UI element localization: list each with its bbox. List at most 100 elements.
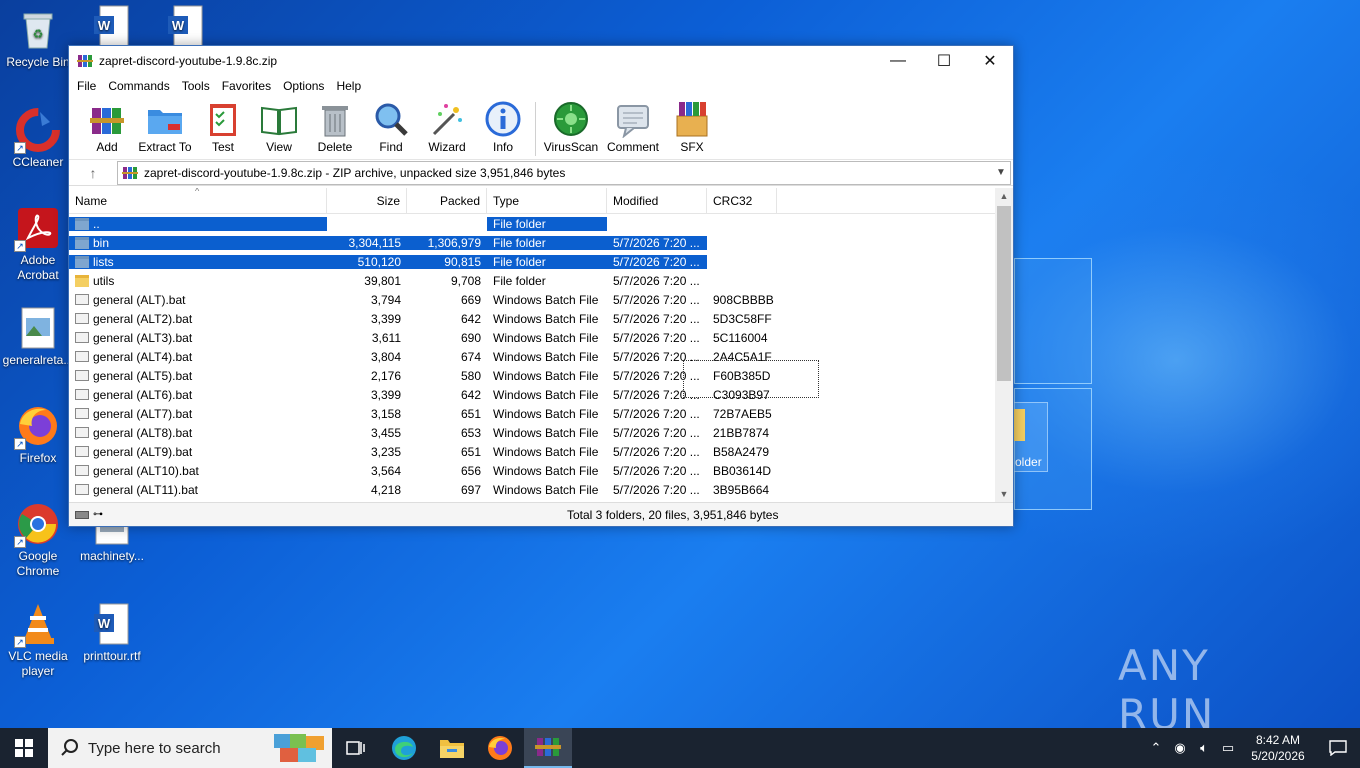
file-name: general (ALT).bat bbox=[93, 292, 186, 307]
title-bar[interactable]: zapret-discord-youtube-1.9.8c.zip — ☐ ✕ bbox=[69, 46, 1013, 76]
batch-file-icon bbox=[75, 389, 89, 400]
vertical-scrollbar[interactable]: ▲ ▼ bbox=[995, 188, 1013, 502]
desktop-icon-ccleaner[interactable]: ↗ CCleaner bbox=[0, 108, 76, 170]
cell-name: general (ALT5).bat bbox=[69, 368, 327, 383]
edge-taskbar-button[interactable] bbox=[380, 728, 428, 768]
clock-date: 5/20/2026 bbox=[1251, 749, 1305, 763]
table-row[interactable]: general (ALT10).bat 3,564 656 Windows Batch… bbox=[69, 461, 1013, 480]
table-row[interactable]: utils 39,801 9,708 File folder 5/7/2026 7:20… bbox=[69, 271, 1013, 290]
magic-wand-icon bbox=[432, 104, 462, 136]
minimize-button[interactable]: — bbox=[875, 46, 921, 76]
firefox-taskbar-button[interactable] bbox=[476, 728, 524, 768]
cell-name: general (ALT9).bat bbox=[69, 444, 327, 459]
desktop-icon-generalreta[interactable]: generalreta... bbox=[0, 306, 76, 368]
meet-now-icon[interactable]: ◉ bbox=[1168, 740, 1192, 756]
desktop-icon-label: Firefox bbox=[19, 451, 57, 465]
start-button[interactable] bbox=[0, 728, 48, 768]
chevron-down-icon[interactable]: ▼ bbox=[992, 167, 1010, 178]
menu-tools[interactable]: Tools bbox=[176, 79, 216, 93]
table-row[interactable]: lists 510,120 90,815 File folder 5/7/2026 7:… bbox=[69, 252, 1013, 271]
cell-name: .. bbox=[69, 216, 327, 231]
cell-name: bin bbox=[69, 235, 327, 250]
desktop-icon-adobe-acrobat[interactable]: ↗ Adobe Acrobat bbox=[0, 206, 76, 283]
firefox-icon bbox=[488, 736, 512, 760]
task-view-button[interactable] bbox=[332, 728, 380, 768]
table-row[interactable]: general (ALT9).bat 3,235 651 Windows Batch … bbox=[69, 442, 1013, 461]
table-row[interactable]: general (ALT8).bat 3,455 653 Windows Batch … bbox=[69, 423, 1013, 442]
up-one-level-button[interactable]: ↑ bbox=[69, 165, 117, 181]
table-row[interactable]: general (ALT3).bat 3,611 690 Windows Batch … bbox=[69, 328, 1013, 347]
chrome-icon: ↗ bbox=[14, 502, 60, 548]
desktop-icon-word-doc[interactable]: W bbox=[74, 4, 150, 51]
winrar-taskbar-button[interactable] bbox=[524, 728, 572, 768]
test-button[interactable]: Test bbox=[195, 96, 251, 154]
table-row[interactable]: bin 3,304,115 1,306,979 File folder 5/7/2026… bbox=[69, 233, 1013, 252]
menu-favorites[interactable]: Favorites bbox=[216, 79, 277, 93]
column-header-crc32[interactable]: CRC32 bbox=[707, 188, 777, 214]
scroll-up-arrow-icon[interactable]: ▲ bbox=[995, 188, 1013, 204]
wizard-button[interactable]: Wizard bbox=[419, 96, 475, 154]
column-header-modified[interactable]: Modified bbox=[607, 188, 707, 214]
file-list[interactable]: ^ Name Size Packed Type Modified CRC32 .… bbox=[69, 188, 1013, 502]
table-row[interactable]: .. File folder bbox=[69, 214, 1013, 233]
extract-folder-icon bbox=[148, 110, 182, 134]
desktop-icon-firefox[interactable]: ↗ Firefox bbox=[0, 404, 76, 466]
desktop-icon-label: machinety... bbox=[80, 549, 144, 563]
file-name: bin bbox=[93, 235, 110, 250]
table-row[interactable]: general (ALT2).bat 3,399 642 Windows Batch … bbox=[69, 309, 1013, 328]
add-button[interactable]: Add bbox=[79, 96, 135, 154]
close-button[interactable]: ✕ bbox=[967, 46, 1013, 76]
clock-time: 8:42 AM bbox=[1255, 733, 1301, 747]
desktop-icon-google-chrome[interactable]: ↗ Google Chrome bbox=[0, 502, 76, 579]
table-row[interactable]: general (ALT5).bat 2,176 580 Windows Batch … bbox=[69, 366, 1013, 385]
desktop-icon-vlc[interactable]: ↗ VLC media player bbox=[0, 602, 76, 679]
table-row[interactable]: general (ALT11).bat 4,218 697 Windows Batch… bbox=[69, 480, 1013, 499]
table-row[interactable]: general (ALT4).bat 3,804 674 Windows Batch … bbox=[69, 347, 1013, 366]
table-row[interactable]: general (ALT7).bat 3,158 651 Windows Batch … bbox=[69, 404, 1013, 423]
desktop-icon-recycle-bin[interactable]: ♻ Recycle Bin bbox=[0, 8, 76, 70]
column-header-packed[interactable]: Packed bbox=[407, 188, 487, 214]
add-archive-icon bbox=[90, 108, 124, 134]
recycle-bin-icon: ♻ bbox=[16, 8, 60, 52]
scroll-down-arrow-icon[interactable]: ▼ bbox=[995, 486, 1013, 502]
status-icons: ⊶ bbox=[69, 509, 563, 520]
taskbar-clock[interactable]: 8:42 AM 5/20/2026 bbox=[1240, 732, 1316, 764]
virusscan-button[interactable]: VirusScan bbox=[540, 96, 602, 154]
winrar-window[interactable]: zapret-discord-youtube-1.9.8c.zip — ☐ ✕ … bbox=[68, 45, 1014, 527]
table-row[interactable]: general (ALT).bat 3,794 669 Windows Batch F… bbox=[69, 290, 1013, 309]
extract-to-button[interactable]: Extract To bbox=[135, 96, 195, 154]
search-highlight-icon bbox=[274, 734, 324, 762]
column-header-size[interactable]: Size bbox=[327, 188, 407, 214]
chevron-up-icon[interactable]: ⌃ bbox=[1144, 740, 1168, 756]
menu-help[interactable]: Help bbox=[330, 79, 367, 93]
menu-commands[interactable]: Commands bbox=[102, 79, 175, 93]
taskbar-search-box[interactable]: Type here to search bbox=[48, 728, 332, 768]
menu-file[interactable]: File bbox=[71, 79, 102, 93]
notification-center-button[interactable] bbox=[1316, 740, 1360, 756]
delete-button[interactable]: Delete bbox=[307, 96, 363, 154]
cell-packed: 642 bbox=[460, 387, 481, 402]
file-explorer-taskbar-button[interactable] bbox=[428, 728, 476, 768]
desktop-icon-printtour[interactable]: W printtour.rtf bbox=[74, 602, 150, 664]
comment-button[interactable]: Comment bbox=[602, 96, 664, 154]
sfx-button[interactable]: SFX bbox=[664, 96, 720, 154]
volume-icon[interactable]: 🔈︎ bbox=[1192, 740, 1216, 756]
cell-type: File folder bbox=[487, 254, 607, 269]
desktop-icon-word-doc[interactable]: W bbox=[148, 4, 224, 51]
view-button[interactable]: View bbox=[251, 96, 307, 154]
table-row[interactable]: general (ALT6).bat 3,399 642 Windows Batch … bbox=[69, 385, 1013, 404]
virus-scan-icon bbox=[554, 102, 588, 136]
cell-packed: 90,815 bbox=[407, 254, 487, 269]
menu-options[interactable]: Options bbox=[277, 79, 330, 93]
scroll-thumb[interactable] bbox=[997, 206, 1011, 381]
column-header-type[interactable]: Type bbox=[487, 188, 607, 214]
cell-crc32: 21BB7874 bbox=[713, 425, 770, 440]
batch-file-icon bbox=[75, 408, 89, 419]
batch-file-icon bbox=[75, 332, 89, 343]
path-field[interactable]: zapret-discord-youtube-1.9.8c.zip - ZIP … bbox=[117, 160, 1011, 185]
maximize-button[interactable]: ☐ bbox=[921, 46, 967, 76]
info-button[interactable]: Info bbox=[475, 96, 531, 154]
batch-file-icon bbox=[75, 484, 89, 495]
network-icon[interactable]: ▭ bbox=[1216, 740, 1240, 756]
find-button[interactable]: Find bbox=[363, 96, 419, 154]
